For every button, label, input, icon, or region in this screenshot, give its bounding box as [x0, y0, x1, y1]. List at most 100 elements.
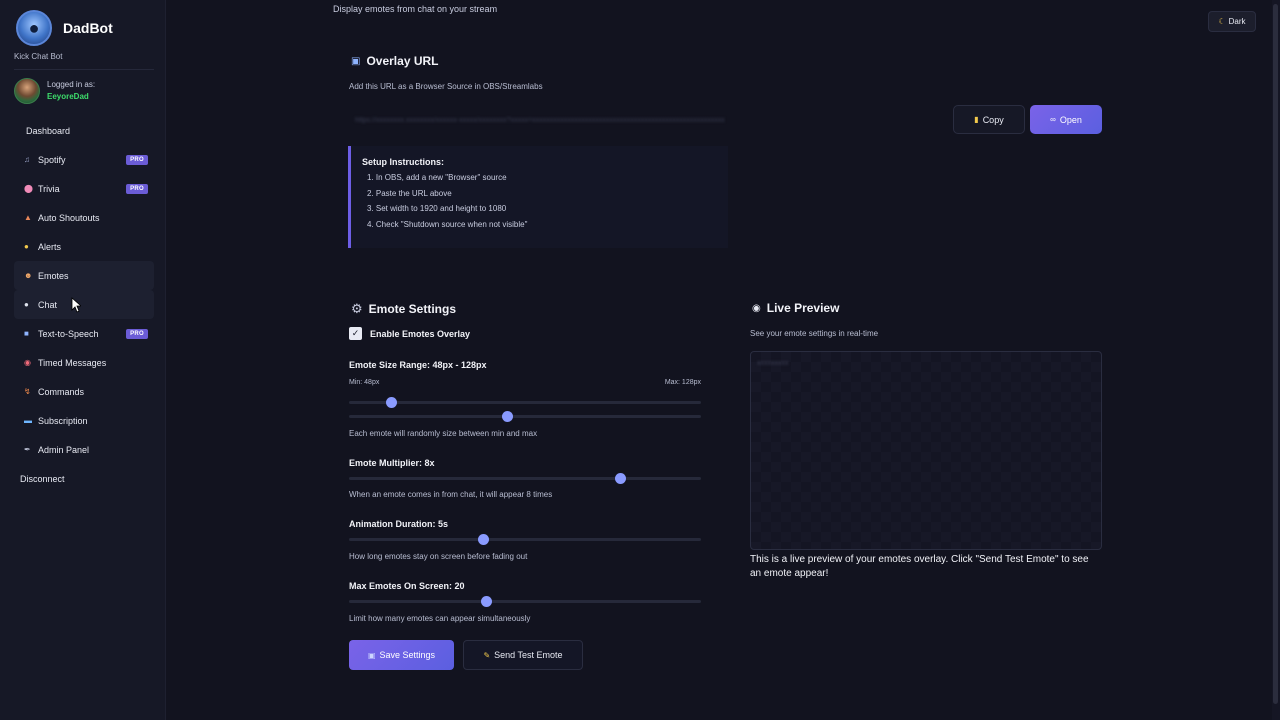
sidebar-item-text-to-speech[interactable]: ■ Text-to-Speech PRO	[14, 319, 154, 348]
pro-badge: PRO	[126, 155, 148, 165]
instructions-title: Setup Instructions:	[362, 157, 445, 167]
username: EeyoreDad	[47, 92, 89, 101]
overlay-url-input[interactable]: https://xxxxxxxx.xxxxxxxx/xxxxxx-xxxxx/x…	[349, 107, 945, 133]
slider-thumb[interactable]	[481, 596, 493, 607]
alarm-clock-icon: ◉	[24, 358, 31, 367]
sidebar-item-timed-messages[interactable]: ◉ Timed Messages	[14, 348, 154, 377]
sidebar-item-label: Admin Panel	[38, 444, 90, 455]
brand-name: DadBot	[63, 20, 113, 36]
sidebar-item-auto-shoutouts[interactable]: ▲ Auto Shoutouts	[14, 203, 154, 232]
size-help: Each emote will randomly size between mi…	[349, 429, 538, 438]
instruction-step: 3. Set width to 1920 and height to 1080	[367, 204, 507, 213]
music-icon: ♫	[24, 155, 30, 164]
max-emotes-slider[interactable]	[349, 596, 701, 607]
brand: ● DadBot	[16, 10, 113, 46]
save-label: Save Settings	[379, 650, 436, 660]
gear-icon: ⚙	[351, 301, 363, 316]
size-range-label: Emote Size Range: 48px - 128px	[349, 360, 487, 370]
slider-thumb[interactable]	[477, 534, 489, 545]
live-preview-subtitle: See your emote settings in real-time	[750, 329, 879, 338]
sidebar-item-commands[interactable]: ↯ Commands	[14, 377, 154, 406]
live-preview-canvas: xxxxxxxxx	[750, 351, 1102, 550]
monitor-icon: ▣	[351, 55, 361, 67]
pro-badge: PRO	[126, 184, 148, 194]
brand-subtitle: Kick Chat Bot	[14, 52, 63, 61]
emote-settings-title: Emote Settings	[368, 302, 457, 316]
live-preview-title: Live Preview	[766, 301, 840, 315]
sidebar-item-subscription[interactable]: ▬ Subscription	[14, 406, 154, 435]
multiplier-slider[interactable]	[349, 473, 701, 484]
max-emotes-help: Limit how many emotes can appear simulta…	[349, 614, 531, 623]
brain-icon: ⬤	[24, 184, 33, 193]
speech-bubble-icon: ●	[24, 300, 29, 309]
size-max-label: Max: 128px	[664, 379, 701, 386]
sidebar-item-label: Spotify	[38, 154, 66, 165]
size-min-slider[interactable]	[349, 397, 701, 408]
copy-label: Copy	[982, 114, 1004, 125]
sidebar-item-label: Subscription	[38, 415, 88, 426]
preview-placeholder-text: xxxxxxxxx	[757, 360, 789, 367]
logged-in-label: Logged in as:	[47, 80, 96, 89]
pencil-icon: ✎	[483, 650, 491, 660]
open-label: Open	[1059, 114, 1082, 125]
lightning-icon: ↯	[24, 387, 31, 396]
sidebar-item-trivia[interactable]: ⬤ Trivia PRO	[14, 174, 154, 203]
card-icon: ▬	[24, 416, 32, 425]
sidebar: ● DadBot Kick Chat Bot Logged in as: Eey…	[0, 0, 166, 720]
slider-thumb[interactable]	[502, 411, 514, 422]
link-icon: ∞	[1050, 115, 1056, 124]
sidebar-item-label: Trivia	[38, 183, 60, 194]
instruction-step: 2. Paste the URL above	[367, 188, 452, 198]
max-emotes-label: Max Emotes On Screen: 20	[349, 581, 465, 591]
smiley-icon: ☻	[24, 271, 33, 280]
enable-emotes-label: Enable Emotes Overlay	[370, 328, 471, 339]
theme-toggle-button[interactable]: ☾ Dark	[1208, 11, 1256, 32]
sidebar-item-label: Timed Messages	[38, 357, 107, 368]
sidebar-item-label: Auto Shoutouts	[38, 212, 100, 223]
live-preview-note: This is a live preview of your emotes ov…	[750, 554, 1089, 579]
sidebar-item-emotes[interactable]: ☻ Emotes	[14, 261, 154, 290]
overlay-url-description: Add this URL as a Browser Source in OBS/…	[349, 82, 543, 91]
sidebar-item-dashboard[interactable]: Dashboard	[14, 116, 154, 145]
open-button[interactable]: ∞ Open	[1030, 105, 1102, 134]
multiplier-label: Emote Multiplier: 8x	[349, 458, 435, 468]
user-info: Logged in as: EeyoreDad	[14, 78, 95, 104]
save-settings-button[interactable]: ▣ Save Settings	[349, 640, 454, 670]
speaker-icon: ■	[24, 329, 29, 338]
slider-thumb[interactable]	[386, 397, 398, 408]
duration-label: Animation Duration: 5s	[349, 519, 449, 529]
megaphone-icon: ▲	[24, 213, 32, 222]
overlay-url-heading: ▣ Overlay URL	[351, 54, 438, 68]
slider-thumb[interactable]	[615, 473, 627, 484]
sidebar-item-admin-panel[interactable]: ✒ Admin Panel	[14, 435, 154, 464]
eye-icon: ◉	[752, 302, 761, 314]
copy-button[interactable]: ▮ Copy	[953, 105, 1025, 134]
pro-badge: PRO	[126, 329, 148, 339]
avatar	[14, 78, 40, 104]
sidebar-item-alerts[interactable]: ● Alerts	[14, 232, 154, 261]
page-subtitle: Display emotes from chat on your stream	[333, 4, 498, 14]
floppy-disk-icon: ▣	[367, 650, 376, 660]
sidebar-item-label: Emotes	[38, 270, 69, 281]
duration-help: How long emotes stay on screen before fa…	[349, 552, 528, 561]
bell-icon: ●	[24, 242, 29, 251]
duration-slider[interactable]	[349, 534, 701, 545]
sidebar-item-chat[interactable]: ● Chat	[14, 290, 154, 319]
size-min-label: Min: 48px	[349, 379, 380, 386]
theme-label: Dark	[1228, 17, 1246, 26]
sidebar-nav: Dashboard ♫ Spotify PRO ⬤ Trivia PRO ▲ A…	[14, 116, 154, 493]
sidebar-item-label: Alerts	[38, 241, 62, 252]
instruction-step: 4. Check "Shutdown source when not visib…	[367, 219, 528, 229]
sidebar-item-spotify[interactable]: ♫ Spotify PRO	[14, 145, 154, 174]
size-max-slider[interactable]	[349, 411, 701, 422]
sidebar-item-label: Commands	[38, 386, 85, 397]
robot-logo-icon: ●	[16, 10, 52, 46]
emote-settings-heading: ⚙ Emote Settings	[351, 301, 456, 317]
overlay-url-title: Overlay URL	[366, 54, 439, 68]
test-label: Send Test Emote	[494, 650, 563, 660]
wrench-icon: ✒	[24, 445, 31, 454]
page-scrollbar-thumb[interactable]	[1273, 4, 1278, 704]
enable-emotes-checkbox[interactable]: ✓	[349, 327, 362, 340]
send-test-emote-button[interactable]: ✎ Send Test Emote	[463, 640, 583, 670]
sidebar-item-disconnect[interactable]: Disconnect	[14, 464, 154, 493]
